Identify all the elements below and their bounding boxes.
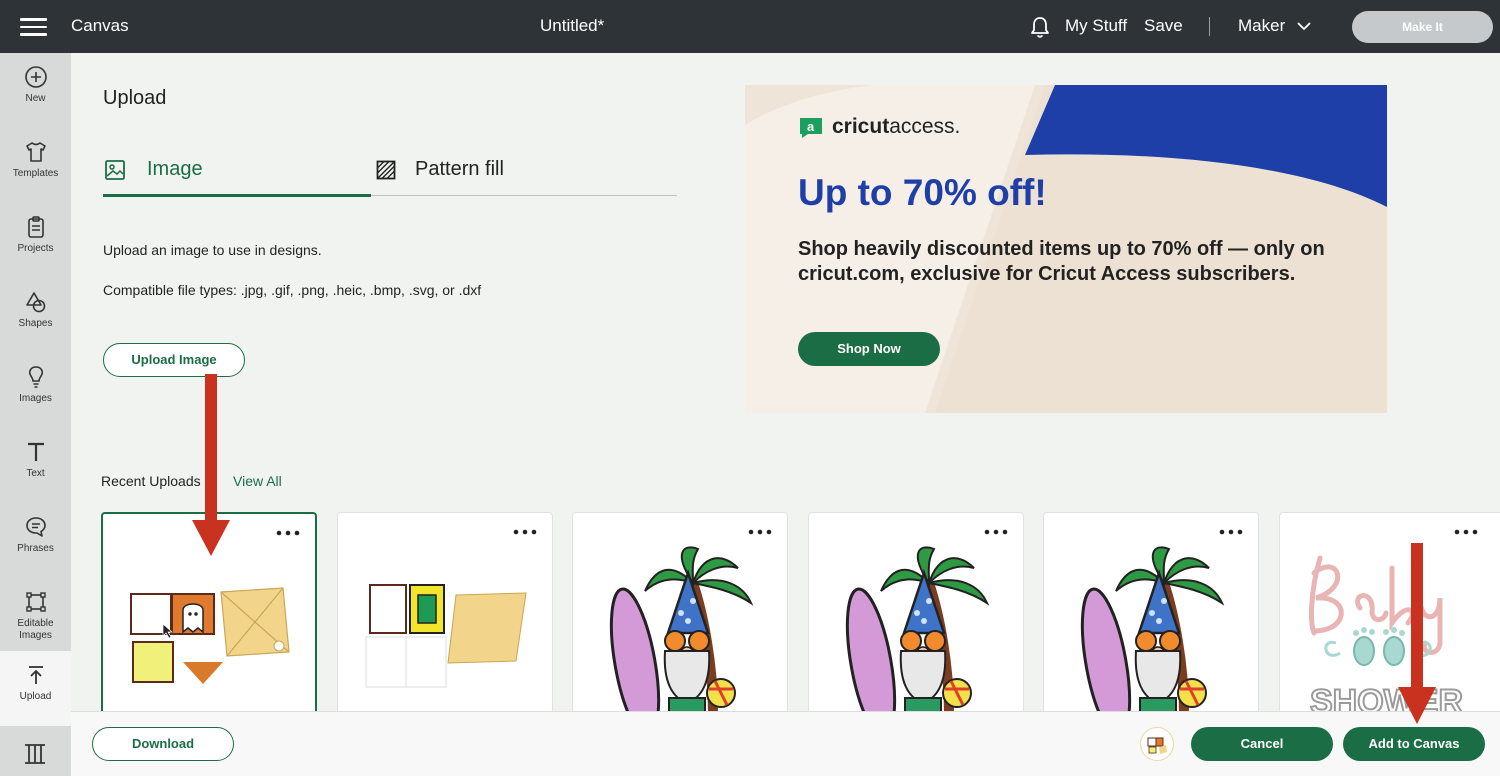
sidebar-item-label: Upload	[19, 691, 52, 702]
sidebar-item-label: Phrases	[17, 543, 54, 554]
sidebar-item-label: Editable Images	[17, 618, 54, 641]
download-button[interactable]: Download	[92, 727, 234, 761]
baby-shower-thumbnail: SHOWER	[1309, 555, 1464, 721]
sidebar-item-projects[interactable]: Projects	[0, 203, 71, 278]
chevron-down-icon[interactable]	[1296, 20, 1312, 32]
pattern-icon	[376, 160, 396, 180]
gnome-surfboard-thumbnail	[609, 546, 754, 721]
machine-selector[interactable]: Maker	[1238, 16, 1285, 36]
sidebar-item-new[interactable]: New	[0, 53, 71, 128]
gnome-surfboard-thumbnail	[1080, 546, 1225, 721]
tab-image-label: Image	[147, 158, 203, 180]
app-title: Canvas	[71, 16, 129, 35]
annotation-arrow-down-icon	[192, 374, 230, 556]
mini-preview-image	[1147, 737, 1167, 754]
recent-uploads-label: Recent Uploads	[101, 473, 201, 489]
hamburger-menu-icon[interactable]	[20, 18, 47, 36]
tab-pattern-fill[interactable]: Pattern fill	[376, 158, 504, 181]
sidebar-item-templates[interactable]: Templates	[0, 128, 71, 203]
sidebar-item-phrases[interactable]: Phrases	[0, 503, 71, 578]
upload-image-button[interactable]: Upload Image	[103, 343, 245, 377]
header-divider	[1209, 17, 1210, 36]
gnome-surfboard-thumbnail	[845, 546, 990, 721]
layers-panel-icon[interactable]	[22, 741, 48, 767]
cricut-logo-icon: a	[800, 118, 822, 138]
recent-upload-card[interactable]	[572, 512, 788, 722]
sidebar: New Templates Projects Shapes Images Tex…	[0, 53, 71, 776]
page-title: Upload	[103, 87, 167, 109]
my-stuff-link[interactable]: My Stuff	[1065, 16, 1127, 36]
sidebar-item-label: Shapes	[18, 318, 53, 329]
plus-circle-icon	[24, 66, 47, 88]
make-it-button[interactable]: Make It	[1352, 11, 1493, 43]
add-to-canvas-button[interactable]: Add to Canvas	[1343, 727, 1485, 761]
recent-upload-card[interactable]	[1043, 512, 1259, 722]
logo-brand: cricut	[832, 115, 890, 138]
tab-pattern-label: Pattern fill	[415, 158, 504, 180]
save-link[interactable]: Save	[1144, 16, 1183, 36]
view-all-link[interactable]: View All	[233, 473, 282, 489]
sidebar-item-editable-images[interactable]: Editable Images	[0, 578, 71, 651]
lightbulb-icon	[28, 366, 43, 388]
logo-suffix: access.	[889, 115, 961, 138]
text-icon	[27, 442, 44, 461]
recent-upload-card[interactable]	[808, 512, 1024, 722]
annotation-arrow-down-icon	[1398, 543, 1436, 724]
top-bar: Canvas Untitled* My Stuff Save Maker Mak…	[0, 0, 1500, 53]
sidebar-item-label: Text	[26, 468, 45, 479]
sidebar-item-label: Images	[19, 393, 52, 404]
compatible-file-types: Compatible file types: .jpg, .gif, .png,…	[103, 282, 482, 298]
ad-headline: Up to 70% off!	[798, 172, 1047, 213]
sidebar-item-shapes[interactable]: Shapes	[0, 278, 71, 353]
bell-icon[interactable]	[1029, 15, 1051, 39]
tab-image[interactable]: Image	[104, 158, 203, 181]
document-title[interactable]: Untitled*	[540, 16, 604, 36]
shapes-icon	[25, 292, 45, 313]
selected-thumbnail-preview	[1140, 727, 1174, 761]
recent-upload-card[interactable]	[337, 512, 553, 722]
speech-bubble-icon	[25, 517, 46, 537]
editable-images-icon	[25, 592, 46, 612]
image-icon	[105, 160, 125, 180]
svg-text:a: a	[807, 119, 815, 134]
shop-now-button[interactable]: Shop Now	[798, 332, 940, 366]
active-tab-indicator	[103, 194, 371, 197]
envelope-thumbnail	[365, 584, 527, 688]
ad-body: Shop heavily discounted items up to 70% …	[798, 238, 1325, 285]
sidebar-item-label: New	[25, 93, 46, 104]
sidebar-item-label: Projects	[17, 243, 54, 254]
sidebar-item-label: Templates	[12, 168, 59, 179]
shirt-icon	[25, 142, 46, 162]
sidebar-item-text[interactable]: Text	[0, 428, 71, 503]
cancel-button[interactable]: Cancel	[1191, 727, 1333, 761]
upload-icon	[28, 666, 43, 684]
upload-description: Upload an image to use in designs.	[103, 242, 322, 258]
clipboard-icon	[27, 216, 44, 238]
recent-upload-card[interactable]: SHOWER	[1279, 512, 1500, 722]
cricut-access-ad[interactable]: a cricutaccess. Up to 70% off! Shop heav…	[745, 85, 1387, 413]
cricut-access-logo: a cricutaccess.	[798, 115, 960, 139]
sidebar-item-images[interactable]: Images	[0, 353, 71, 428]
sidebar-item-upload[interactable]: Upload	[0, 651, 71, 726]
